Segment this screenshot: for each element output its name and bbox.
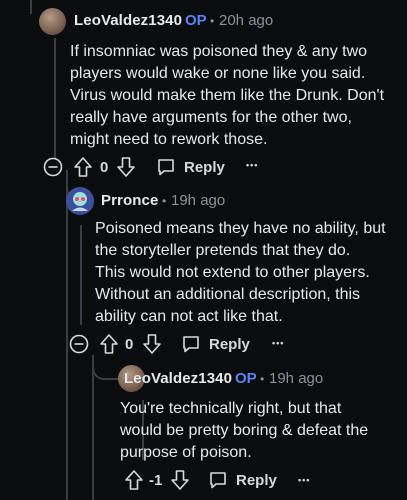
vote-count: 0 — [100, 159, 109, 176]
reply-button[interactable]: Reply — [156, 157, 225, 177]
avatar[interactable] — [39, 8, 66, 35]
reply-label: Reply — [184, 158, 225, 176]
reply-label: Reply — [236, 471, 277, 489]
more-options-icon[interactable]: ••• — [272, 338, 284, 348]
meta-separator: • — [162, 194, 167, 208]
thread-line-branch-2 — [92, 355, 94, 500]
downvote-icon[interactable] — [142, 333, 162, 355]
thread-line-root — [30, 0, 32, 14]
comment-author[interactable]: Prronce — [101, 192, 158, 209]
thread-line-branch-1 — [66, 176, 68, 500]
comment-body: If insomniac was poisoned they & any two… — [70, 43, 385, 148]
more-options-icon[interactable]: ••• — [246, 160, 258, 170]
vote-count: -1 — [149, 472, 163, 489]
collapse-thread-icon[interactable] — [69, 334, 89, 354]
comment-author[interactable]: LeoValdez1340 — [124, 370, 232, 387]
comment-author[interactable]: LeoValdez1340 — [74, 12, 182, 29]
comment-icon — [156, 157, 176, 177]
upvote-icon[interactable] — [73, 156, 93, 178]
reply-button[interactable]: Reply — [181, 334, 250, 354]
upvote-icon[interactable] — [124, 469, 144, 491]
comment-icon — [208, 470, 228, 490]
meta-separator: • — [210, 14, 215, 28]
meta-separator: • — [260, 372, 265, 386]
avatar-image — [66, 187, 94, 215]
upvote-icon[interactable] — [99, 333, 119, 355]
thread-line-branch-2-curve — [92, 356, 120, 380]
thread-line-comment-2 — [80, 225, 82, 325]
downvote-icon[interactable] — [116, 156, 136, 178]
more-options-icon[interactable]: ••• — [298, 475, 310, 485]
comment-timestamp: 19h ago — [269, 370, 324, 387]
thread-line-comment-1 — [54, 38, 56, 158]
comment-body: You're technically right, but that would… — [120, 400, 369, 461]
collapse-thread-icon[interactable] — [43, 157, 63, 177]
downvote-icon[interactable] — [170, 469, 190, 491]
comment-timestamp: 20h ago — [219, 12, 274, 29]
op-badge: OP — [235, 370, 257, 387]
comment-timestamp: 19h ago — [171, 192, 226, 209]
avatar[interactable] — [66, 187, 94, 215]
vote-count: 0 — [125, 336, 134, 353]
reply-button[interactable]: Reply — [208, 470, 277, 490]
comment-body: Poisoned means they have no ability, but… — [95, 220, 386, 325]
reply-label: Reply — [209, 335, 250, 353]
op-badge: OP — [185, 12, 207, 29]
comment-icon — [181, 334, 201, 354]
